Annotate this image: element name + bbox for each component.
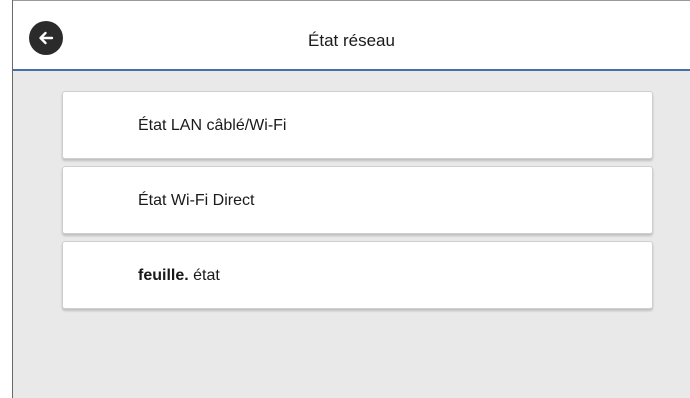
menu-item-status-sheet[interactable]: feuille. état xyxy=(62,241,653,309)
page-title: État réseau xyxy=(308,31,395,50)
menu-item-label: État Wi-Fi Direct xyxy=(138,192,255,209)
menu-list: État LAN câblé/Wi-Fi État Wi-Fi Direct f… xyxy=(13,71,690,398)
menu-item-label-bold: feuille. xyxy=(138,267,189,284)
menu-item-wifi-direct-status[interactable]: État Wi-Fi Direct xyxy=(62,166,653,234)
header-bar: État réseau xyxy=(13,0,690,72)
back-button[interactable] xyxy=(29,21,63,55)
menu-item-wired-wifi-status[interactable]: État LAN câblé/Wi-Fi xyxy=(62,91,653,159)
menu-item-label: feuille. état xyxy=(138,242,220,310)
menu-item-label: État LAN câblé/Wi-Fi xyxy=(138,117,287,134)
menu-item-label-rest: état xyxy=(188,267,220,284)
arrow-left-icon xyxy=(37,29,55,47)
printer-screen: État réseau État LAN câblé/Wi-Fi État Wi… xyxy=(0,0,690,398)
display-frame: État réseau État LAN câblé/Wi-Fi État Wi… xyxy=(12,0,690,398)
